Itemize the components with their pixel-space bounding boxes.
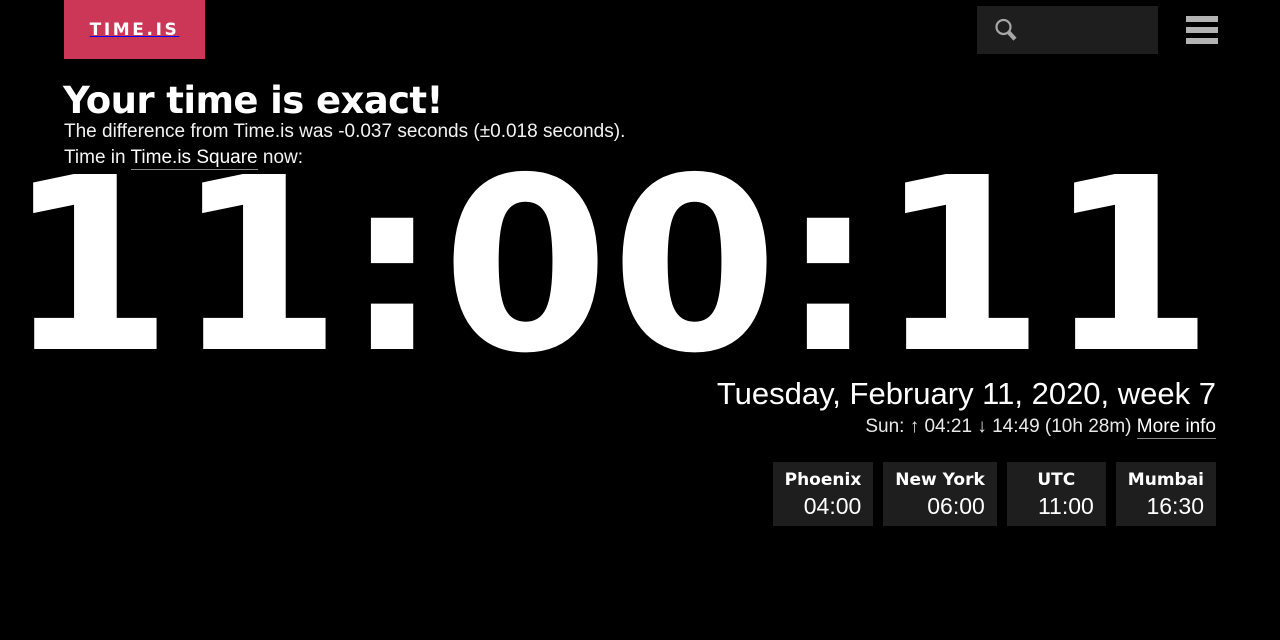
city-name: UTC (1037, 470, 1076, 490)
city-time: 04:00 (803, 493, 862, 519)
date-line: Tuesday, February 11, 2020, week 7 (716, 376, 1216, 411)
page-headline: Your time is exact! (63, 79, 443, 122)
city-name: Mumbai (1127, 470, 1204, 490)
hamburger-menu-icon[interactable] (1186, 16, 1218, 44)
city-time: 11:00 (1037, 493, 1094, 519)
site-header: TIME.IS (0, 0, 1280, 60)
more-info-link[interactable]: More info (1136, 416, 1216, 439)
sun-times-text: Sun: ↑ 04:21 ↓ 14:49 (10h 28m) (865, 416, 1132, 437)
site-logo-text: TIME.IS (89, 19, 180, 40)
city-card-new-york[interactable]: New York 06:00 (883, 462, 997, 526)
site-logo[interactable]: TIME.IS (64, 0, 205, 59)
search-box[interactable] (977, 6, 1158, 54)
menu-bar-bottom (1186, 38, 1218, 44)
sun-line: Sun: ↑ 04:21 ↓ 14:49 (10h 28m) More info (0, 416, 1216, 439)
search-icon (993, 17, 1019, 43)
menu-bar-middle (1186, 27, 1218, 33)
city-name: Phoenix (784, 470, 862, 490)
city-name: New York (895, 470, 985, 490)
city-time: 16:30 (1146, 493, 1204, 519)
search-input[interactable] (1025, 21, 1155, 39)
menu-bar-top (1186, 16, 1218, 22)
big-clock: 11:00:11 (6, 126, 1216, 406)
city-card-mumbai[interactable]: Mumbai 16:30 (1115, 462, 1216, 526)
city-clock-list: Phoenix 04:00 New York 06:00 UTC 11:00 M… (0, 462, 1216, 526)
city-card-utc[interactable]: UTC 11:00 (1006, 462, 1106, 526)
city-card-phoenix[interactable]: Phoenix 04:00 (772, 462, 874, 526)
city-time: 06:00 (927, 493, 985, 519)
